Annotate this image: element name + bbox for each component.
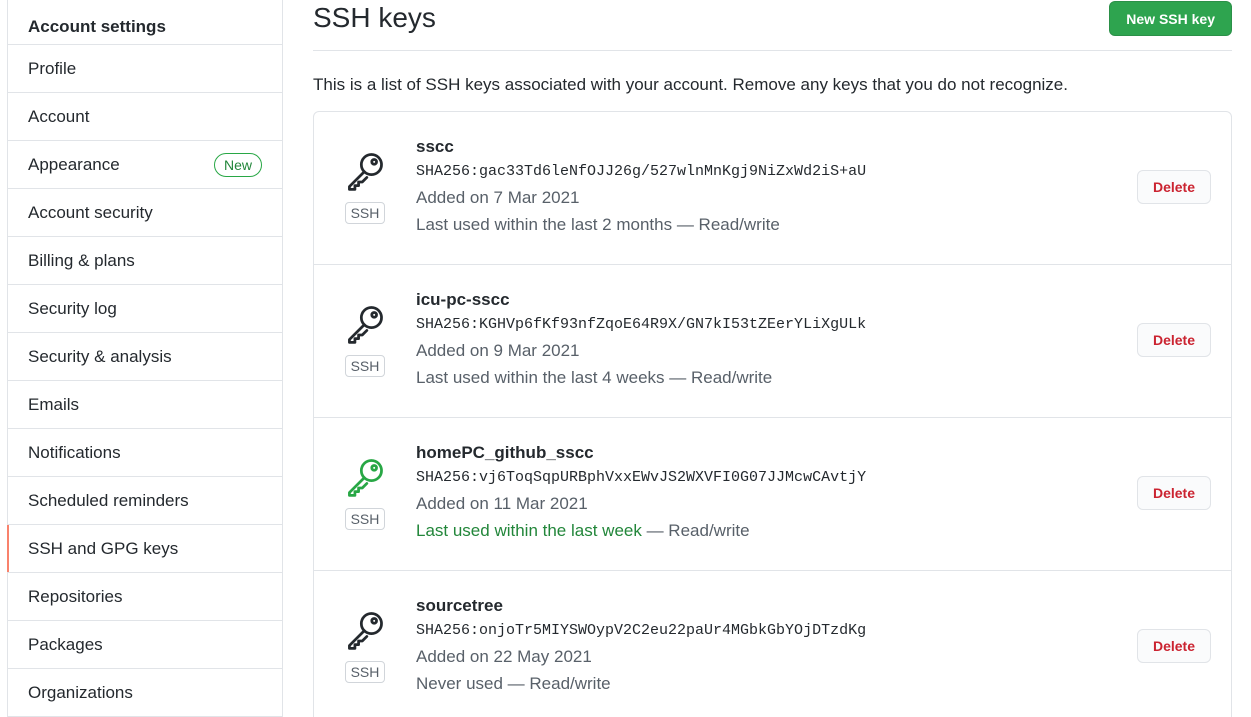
key-title: sscc bbox=[416, 137, 454, 156]
key-access-level: — Read/write bbox=[672, 215, 780, 234]
key-icon-column: SSH bbox=[314, 571, 416, 717]
sidebar-item-packages[interactable]: Packages bbox=[8, 621, 282, 669]
main-content: SSH keys New SSH key This is a list of S… bbox=[313, 0, 1232, 717]
delete-key-button[interactable]: Delete bbox=[1136, 170, 1211, 204]
key-icon bbox=[343, 149, 387, 198]
sidebar-item-label: Security log bbox=[28, 298, 117, 318]
key-added-date: Added on 11 Mar 2021 bbox=[416, 494, 588, 513]
sidebar-item-label: Emails bbox=[28, 394, 80, 414]
ssh-key-row: SSH homePC_github_sscc SHA256:vj6ToqSqpURB… bbox=[314, 418, 1231, 571]
ssh-key-row: SSH sscc SHA256:gac33Td6leNfOJJ26g/527wlnM… bbox=[314, 112, 1231, 265]
new-badge: New bbox=[213, 152, 262, 177]
key-last-used: Never used — Read/write bbox=[416, 674, 1231, 694]
key-fingerprint: SHA256:gac33Td6leNfOJJ26g/527wlnMnKgj9Ni… bbox=[416, 163, 867, 180]
key-last-used-text: Last used within the last week bbox=[416, 521, 642, 540]
delete-key-button[interactable]: Delete bbox=[1136, 629, 1211, 663]
key-last-used: Last used within the last 2 months — Rea… bbox=[416, 215, 1231, 235]
settings-sidebar: Account settings Profile Account Appearanc… bbox=[7, 0, 283, 717]
key-type-label: SSH bbox=[344, 355, 386, 377]
key-fingerprint: SHA256:onjoTr5MIYSWOypV2C2eu22paUr4MGbkG… bbox=[416, 622, 867, 639]
sidebar-item-scheduled-reminders[interactable]: Scheduled reminders bbox=[8, 477, 282, 525]
sidebar-item-appearance[interactable]: Appearance New bbox=[8, 141, 282, 189]
ssh-key-row: SSH icu-pc-sscc SHA256:KGHVp6fKf93nfZqoE64… bbox=[314, 265, 1231, 418]
sidebar-item-label: Security & analysis bbox=[28, 346, 172, 366]
sidebar-item-security-analysis[interactable]: Security & analysis bbox=[8, 333, 282, 381]
sidebar-item-notifications[interactable]: Notifications bbox=[8, 429, 282, 477]
key-added-date: Added on 9 Mar 2021 bbox=[416, 341, 580, 360]
key-title: sourcetree bbox=[416, 596, 503, 615]
key-fingerprint: SHA256:vj6ToqSqpURBphVxxEWvJS2WXVFI0G07J… bbox=[416, 469, 867, 486]
key-type-label: SSH bbox=[344, 661, 386, 683]
sidebar-item-label: Packages bbox=[28, 634, 103, 654]
key-added-date: Added on 22 May 2021 bbox=[416, 647, 592, 666]
sidebar-item-label: Repositories bbox=[28, 586, 123, 606]
sidebar-item-ssh-and-gpg-keys[interactable]: SSH and GPG keys bbox=[7, 525, 282, 573]
key-last-used: Last used within the last week — Read/wr… bbox=[416, 521, 1231, 541]
key-details: icu-pc-sscc SHA256:KGHVp6fKf93nfZqoE64R9X… bbox=[416, 265, 1231, 417]
new-ssh-key-button[interactable]: New SSH key bbox=[1109, 1, 1232, 36]
key-title: homePC_github_sscc bbox=[416, 443, 594, 462]
key-last-used-text: Last used within the last 4 weeks bbox=[416, 368, 665, 387]
sidebar-item-label: Profile bbox=[28, 58, 77, 78]
key-access-level: — Read/write bbox=[664, 368, 773, 387]
key-last-used-text: Last used within the last 2 months bbox=[416, 215, 673, 234]
sidebar-item-account[interactable]: Account bbox=[8, 93, 282, 141]
key-icon bbox=[343, 608, 387, 657]
sidebar-item-label: Organizations bbox=[28, 682, 133, 702]
key-icon-column: SSH bbox=[314, 265, 416, 417]
sidebar-item-label: Notifications bbox=[28, 442, 121, 462]
key-icon bbox=[343, 302, 387, 351]
key-icon-column: SSH bbox=[314, 418, 416, 570]
page-title: SSH keys bbox=[313, 2, 436, 33]
sidebar-item-emails[interactable]: Emails bbox=[8, 381, 282, 429]
sidebar-item-label: Account bbox=[28, 106, 90, 126]
intro-text: This is a list of SSH keys associated wi… bbox=[313, 75, 1068, 94]
key-icon bbox=[343, 455, 387, 504]
page-header: SSH keys New SSH key bbox=[313, 0, 1232, 51]
key-details: homePC_github_sscc SHA256:vj6ToqSqpURBphV… bbox=[416, 418, 1231, 570]
ssh-key-row: SSH sourcetree SHA256:onjoTr5MIYSWOypV2C2e… bbox=[314, 571, 1231, 717]
sidebar-item-label: Account security bbox=[28, 202, 153, 222]
key-type-label: SSH bbox=[344, 202, 386, 224]
key-details: sourcetree SHA256:onjoTr5MIYSWOypV2C2eu22… bbox=[416, 571, 1231, 717]
sidebar-item-label: Billing & plans bbox=[28, 250, 135, 270]
key-added-date: Added on 7 Mar 2021 bbox=[416, 188, 580, 207]
sidebar-item-label: SSH and GPG keys bbox=[28, 538, 179, 558]
delete-key-button[interactable]: Delete bbox=[1136, 476, 1211, 510]
key-fingerprint: SHA256:KGHVp6fKf93nfZqoE64R9X/GN7kI53tZE… bbox=[416, 316, 867, 333]
sidebar-item-profile[interactable]: Profile bbox=[8, 45, 282, 93]
key-type-label: SSH bbox=[344, 508, 386, 530]
sidebar-header: Account settings bbox=[8, 0, 282, 45]
ssh-keys-list: SSH sscc SHA256:gac33Td6leNfOJJ26g/527wlnM… bbox=[313, 111, 1232, 717]
sidebar-item-security-log[interactable]: Security log bbox=[8, 285, 282, 333]
sidebar-item-repositories[interactable]: Repositories bbox=[8, 573, 282, 621]
sidebar-item-billing-plans[interactable]: Billing & plans bbox=[8, 237, 282, 285]
sidebar-item-account-security[interactable]: Account security bbox=[8, 189, 282, 237]
delete-key-button[interactable]: Delete bbox=[1136, 323, 1211, 357]
key-title: icu-pc-sscc bbox=[416, 290, 510, 309]
key-access-level: — Read/write bbox=[641, 521, 750, 540]
sidebar-item-label: Scheduled reminders bbox=[28, 490, 189, 510]
key-icon-column: SSH bbox=[314, 112, 416, 264]
key-details: sscc SHA256:gac33Td6leNfOJJ26g/527wlnMnKg… bbox=[416, 112, 1231, 264]
key-access-level: — Read/write bbox=[502, 674, 611, 693]
key-last-used: Last used within the last 4 weeks — Read… bbox=[416, 368, 1231, 388]
key-last-used-text: Never used bbox=[416, 674, 503, 693]
sidebar-item-organizations[interactable]: Organizations bbox=[8, 669, 282, 717]
sidebar-item-label: Appearance bbox=[28, 154, 120, 174]
